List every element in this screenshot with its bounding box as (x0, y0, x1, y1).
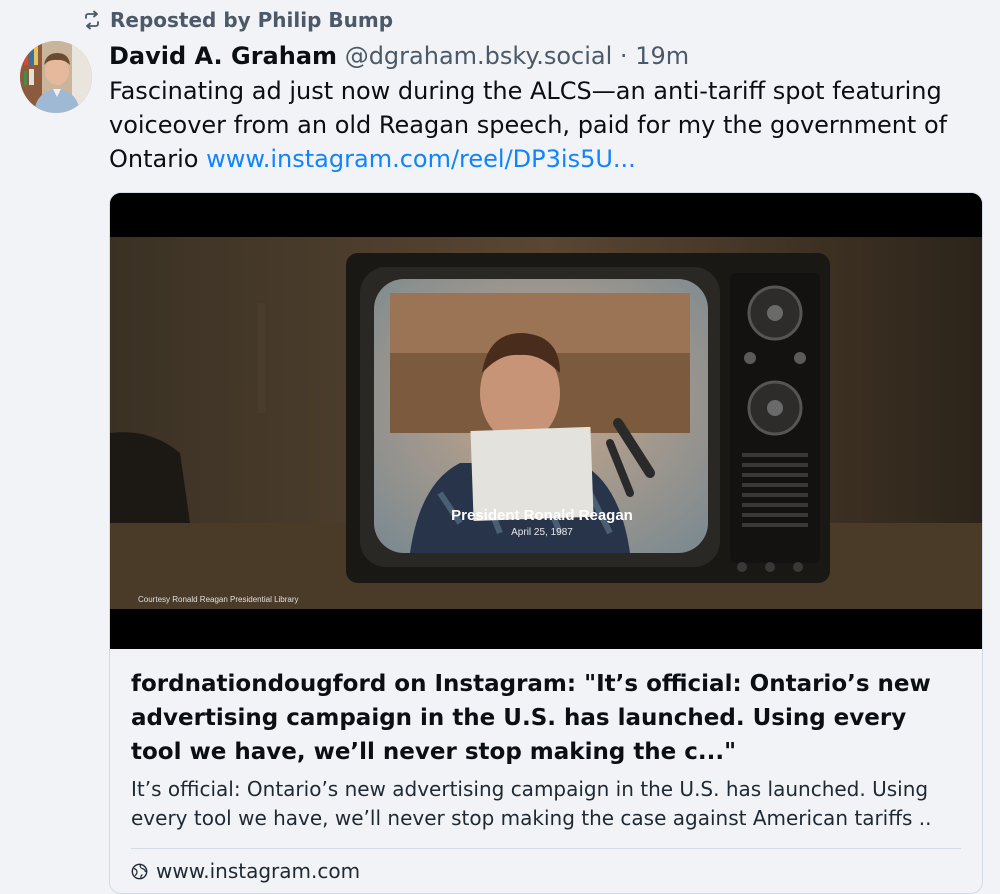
post-link[interactable]: www.instagram.com/reel/DP3is5U... (206, 145, 636, 173)
video-still: President Ronald Reagan April 25, 1987 C… (110, 193, 982, 649)
post: David A. Graham @dgraham.bsky.social · 1… (109, 40, 979, 176)
card-description: It’s official: Ontario’s new advertising… (131, 777, 932, 830)
card-body: fordnationdougford on Instagram: "It’s o… (110, 649, 982, 883)
avatar-photo (20, 41, 92, 113)
post-time[interactable]: 19m (635, 42, 689, 70)
repost-icon (85, 10, 99, 30)
globe-icon (131, 863, 148, 879)
card-thumbnail: President Ronald Reagan April 25, 1987 C… (110, 193, 982, 649)
author-name[interactable]: David A. Graham (109, 42, 337, 70)
card-domain-row: www.instagram.com (131, 859, 961, 883)
card-title: fordnationdougford on Instagram: "It’s o… (131, 671, 931, 765)
meta-separator: · (619, 42, 628, 70)
card-divider (131, 848, 961, 849)
repost-indicator[interactable]: Reposted by Philip Bump (82, 8, 393, 32)
link-card[interactable]: President Ronald Reagan April 25, 1987 C… (109, 192, 983, 894)
video-caption-name: President Ronald Reagan (451, 507, 633, 524)
post-header: David A. Graham @dgraham.bsky.social · 1… (109, 40, 979, 72)
card-domain: www.instagram.com (156, 859, 361, 883)
repost-label: Reposted by Philip Bump (110, 8, 394, 32)
video-caption-date: April 25, 1987 (511, 527, 573, 538)
author-handle[interactable]: @dgraham.bsky.social (345, 42, 613, 70)
post-text: Fascinating ad just now during the ALCS—… (109, 74, 979, 176)
avatar[interactable] (20, 41, 92, 113)
video-credit: Courtesy Ronald Reagan Presidential Libr… (138, 595, 299, 604)
